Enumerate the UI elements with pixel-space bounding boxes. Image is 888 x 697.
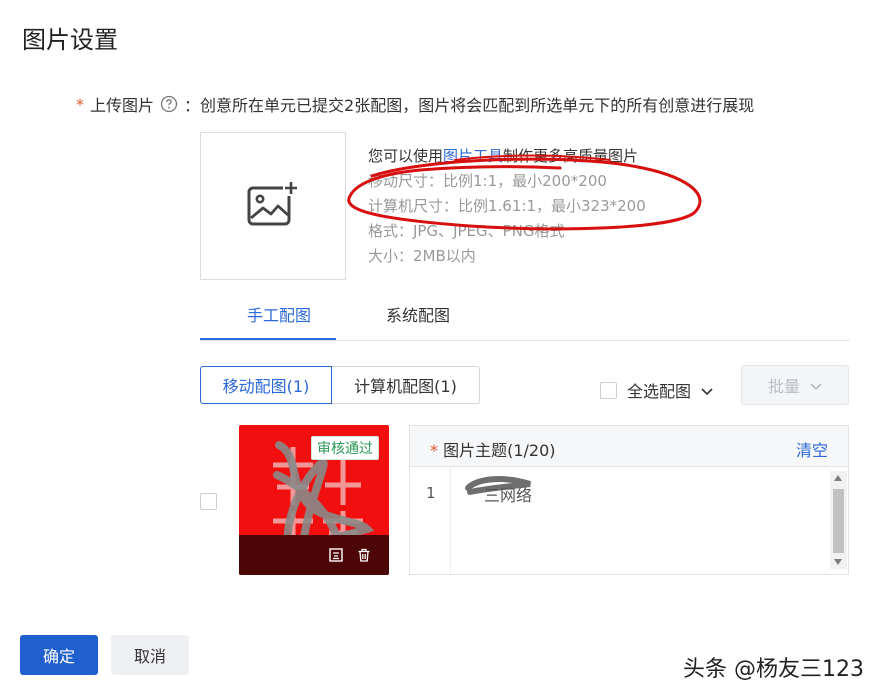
tip-prefix: 您可以使用 [368,147,444,165]
image-thumbnail[interactable]: 审核通过 [239,425,389,575]
image-theme-editor[interactable]: 三网络 [465,476,532,506]
watermark-text: 头条 @杨友三123 [683,657,864,682]
tab-bar: 手工配图 系统配图 [200,296,850,341]
tab-manual-image[interactable]: 手工配图 [247,296,311,334]
required-mark: * [76,94,84,114]
image-theme-title: * 图片主题(1/20) [430,437,556,461]
trash-icon[interactable] [357,547,371,562]
upload-image-label: 上传图片 [90,96,155,115]
image-tool-link[interactable]: 图片工具 [443,147,503,165]
line-number: 1 [426,484,436,502]
image-row-checkbox[interactable] [200,493,217,510]
image-theme-header: * 图片主题(1/20) 清空 [410,426,848,467]
tab-system-image[interactable]: 系统配图 [386,296,450,334]
select-all-control[interactable]: 全选配图 [600,378,713,402]
tip-pc-size: 计算机尺寸：比例1.61:1，最小323*200 [368,197,646,215]
tip-mobile-size: 移动尺寸：比例1:1，最小200*200 [368,172,607,190]
scroll-thumb[interactable] [833,489,844,553]
scroll-up-arrow-icon[interactable] [834,475,842,481]
tip-file-size: 大小：2MB以内 [368,247,476,265]
add-image-icon [247,180,299,232]
scroll-down-arrow-icon[interactable] [834,559,842,565]
thumbnail-action-bar [239,535,389,575]
segment-pc-images[interactable]: 计算机配图(1) [332,366,480,404]
image-theme-title-text: 图片主题(1/20) [443,441,556,460]
batch-label: 批量 [767,377,800,396]
image-theme-panel: * 图片主题(1/20) 清空 1 三网络 [409,425,849,575]
clear-button[interactable]: 清空 [796,437,828,461]
upload-tips: 您可以使用图片工具制作更多高质量图片 移动尺寸：比例1:1，最小200*200 … [368,144,646,269]
chevron-down-icon [810,376,822,395]
help-question-icon[interactable] [160,95,178,113]
tip-suffix: 制作更多高质量图片 [503,147,639,165]
hd-image-icon[interactable] [329,547,343,562]
confirm-button[interactable]: 确定 [20,635,98,675]
page-title: 图片设置 [22,26,118,54]
segment-mobile-images[interactable]: 移动配图(1) [200,366,332,404]
image-upload-box[interactable] [200,132,346,280]
active-tab-indicator [200,338,336,340]
chevron-down-icon[interactable] [701,381,713,400]
required-mark: * [430,441,438,460]
tip-tool-line: 您可以使用图片工具制作更多高质量图片 [368,144,646,169]
select-all-checkbox[interactable] [600,381,617,399]
status-badge: 审核通过 [311,436,379,460]
tip-format: 格式：JPG、JPEG、PNG格式 [368,222,565,240]
device-segmented-control: 移动配图(1) 计算机配图(1) [200,366,480,404]
cancel-button[interactable]: 取消 [111,635,189,675]
select-all-label: 全选配图 [627,382,692,401]
upload-image-hint: ：创意所在单元已提交2张配图，图片将会匹配到所选单元下的所有创意进行展现 [184,96,755,115]
upload-image-label-row: * 上传图片 ：创意所在单元已提交2张配图，图片将会匹配到所选单元下的所有创意进… [76,92,754,116]
batch-dropdown[interactable]: 批量 [741,365,849,405]
theme-text: 三网络 [484,486,533,505]
editor-scrollbar[interactable] [830,471,847,569]
